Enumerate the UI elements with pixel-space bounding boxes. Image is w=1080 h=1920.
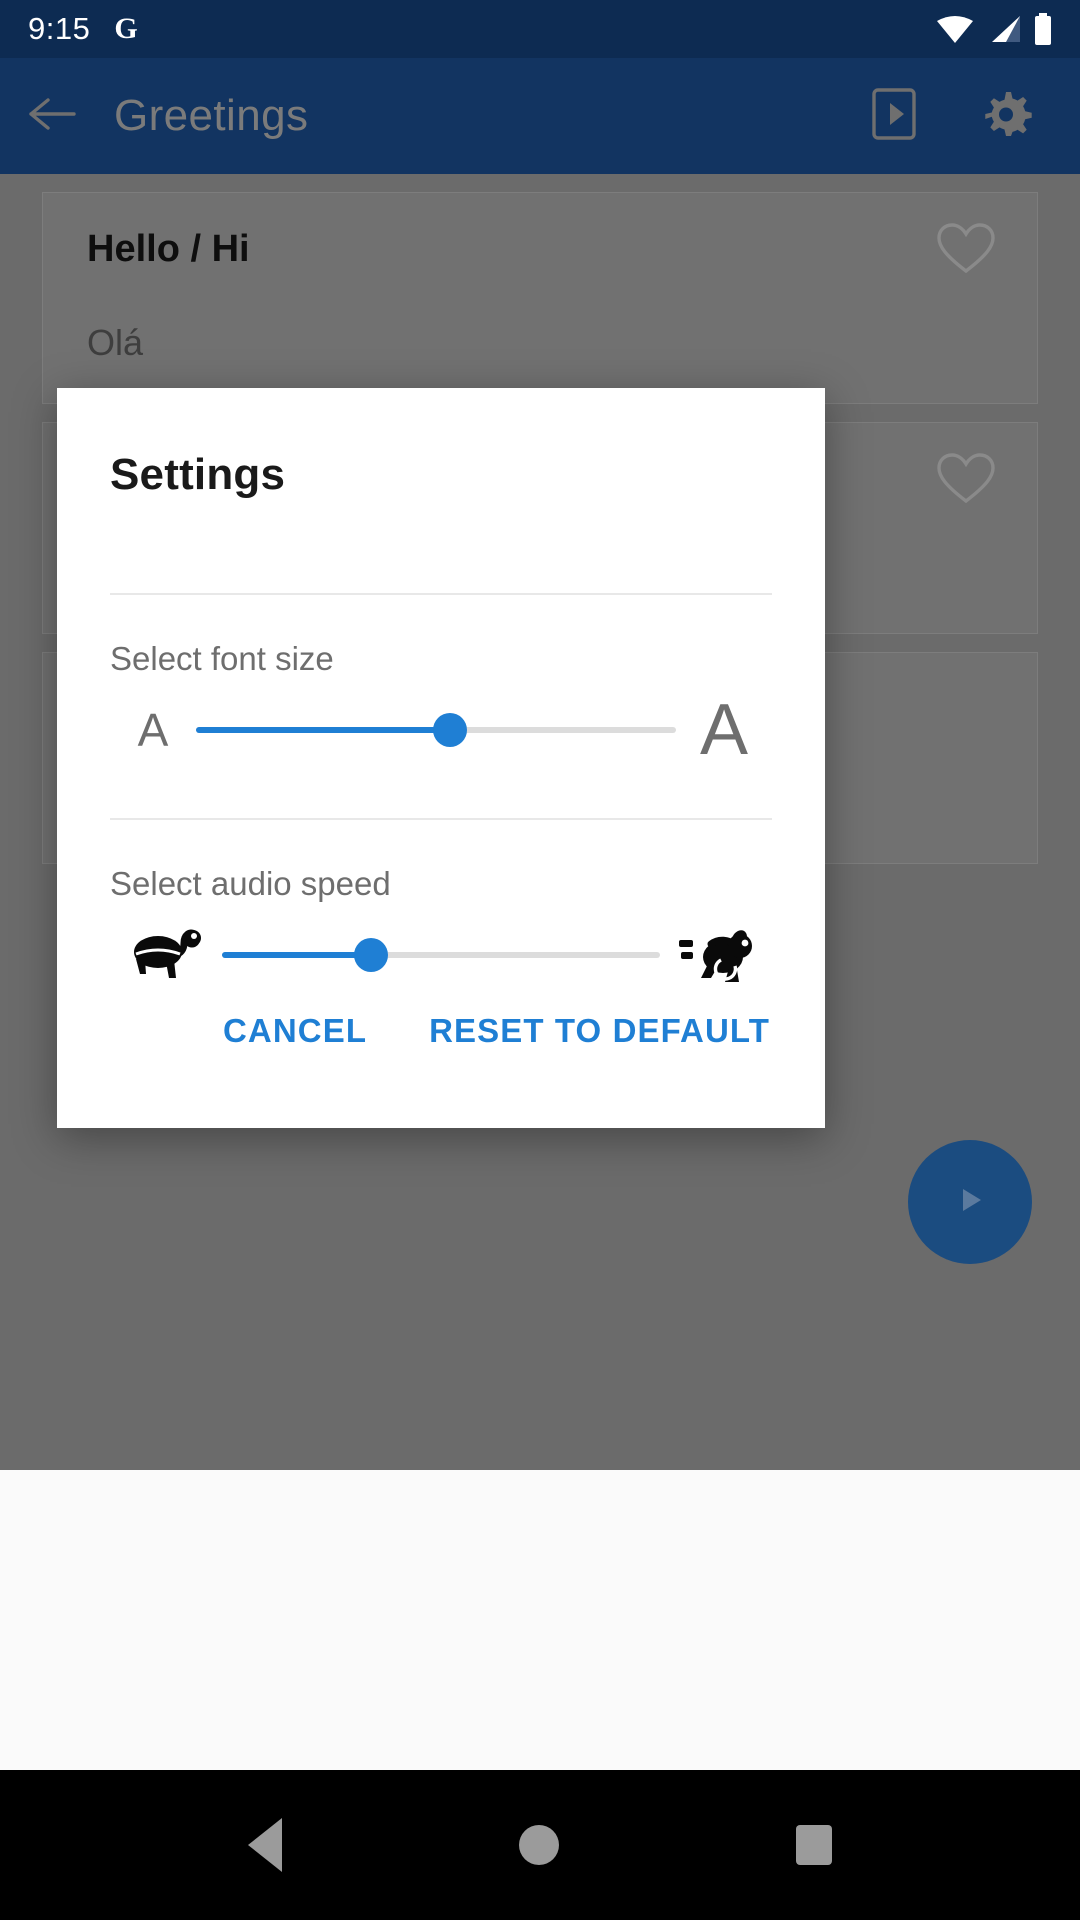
cancel-button[interactable]: CANCEL bbox=[219, 1002, 371, 1060]
settings-gear-icon[interactable] bbox=[978, 86, 1034, 147]
cellular-signal-icon bbox=[992, 16, 1020, 42]
slider-fill bbox=[196, 727, 451, 733]
slider-thumb[interactable] bbox=[433, 713, 468, 747]
font-size-slider-row: A A bbox=[57, 678, 825, 782]
battery-icon bbox=[1035, 13, 1051, 45]
small-letter-a-icon: A bbox=[137, 704, 169, 756]
audio-speed-slider-row bbox=[57, 903, 825, 1007]
nav-recents-icon[interactable] bbox=[795, 1825, 832, 1865]
google-assistant-icon: G bbox=[114, 12, 138, 45]
turtle-icon bbox=[110, 926, 222, 984]
back-arrow-icon[interactable] bbox=[26, 94, 76, 139]
heart-outline-icon[interactable] bbox=[935, 221, 997, 282]
reset-to-default-button[interactable]: RESET TO DEFAULT bbox=[425, 1002, 774, 1060]
page-title: Greetings bbox=[114, 91, 309, 140]
font-size-slider[interactable] bbox=[196, 702, 676, 758]
phrase-title: Hello / Hi bbox=[87, 228, 250, 270]
audio-speed-label: Select audio speed bbox=[110, 865, 391, 902]
dialog-actions: CANCEL RESET TO DEFAULT bbox=[57, 1002, 825, 1060]
audio-speed-slider[interactable] bbox=[222, 927, 660, 983]
play-fab-button[interactable] bbox=[908, 1140, 1032, 1264]
nav-home-icon[interactable] bbox=[518, 1825, 559, 1865]
slideshow-icon[interactable] bbox=[868, 86, 920, 147]
large-letter-a-icon: A bbox=[699, 689, 749, 770]
app-bar-actions bbox=[868, 86, 1054, 147]
app-bar: Greetings bbox=[0, 58, 1080, 174]
dialog-title: Settings bbox=[110, 450, 286, 499]
status-bar: 9:15 G bbox=[0, 0, 1080, 58]
phone-screen: 9:15 G Greetings Hello / Hi Olá Settings… bbox=[0, 0, 1080, 1920]
wifi-icon bbox=[937, 16, 973, 43]
status-clock: 9:15 bbox=[28, 11, 91, 46]
nav-back-icon[interactable] bbox=[248, 1818, 283, 1872]
play-icon bbox=[950, 1180, 990, 1225]
rabbit-icon bbox=[660, 924, 772, 986]
slider-fill bbox=[222, 952, 371, 958]
heart-outline-icon[interactable] bbox=[935, 451, 997, 512]
android-navigation-bar bbox=[0, 1770, 1080, 1920]
phrase-translation: Olá bbox=[87, 321, 144, 363]
font-size-label: Select font size bbox=[110, 640, 334, 677]
status-indicators bbox=[936, 13, 1052, 45]
slider-thumb[interactable] bbox=[353, 938, 388, 972]
list-item[interactable]: Hello / Hi Olá bbox=[42, 192, 1038, 404]
settings-dialog: Settings Select font size A A Select aud… bbox=[57, 388, 825, 1128]
